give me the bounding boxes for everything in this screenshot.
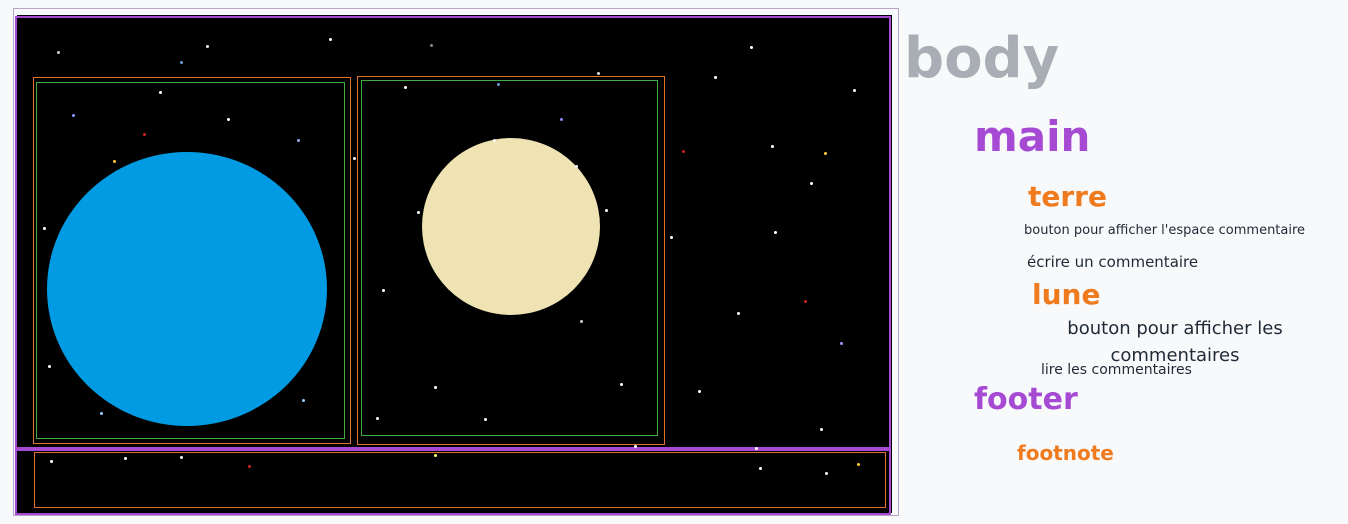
- star: [804, 300, 807, 303]
- star: [774, 231, 777, 234]
- label-body: body: [904, 26, 1060, 91]
- star: [48, 365, 51, 368]
- star: [560, 118, 563, 121]
- star: [50, 460, 53, 463]
- star: [484, 418, 487, 421]
- star: [853, 89, 856, 92]
- star: [840, 342, 843, 345]
- star: [417, 211, 420, 214]
- star: [755, 447, 758, 450]
- star: [597, 72, 600, 75]
- label-main: main: [974, 112, 1091, 161]
- star: [771, 145, 774, 148]
- star: [759, 467, 762, 470]
- star: [72, 114, 75, 117]
- moon-planet[interactable]: [422, 138, 600, 315]
- star: [248, 465, 251, 468]
- star: [227, 118, 230, 121]
- star: [750, 46, 753, 49]
- star: [159, 91, 162, 94]
- star: [113, 160, 116, 163]
- star: [634, 445, 637, 448]
- star: [698, 390, 701, 393]
- star: [430, 44, 433, 47]
- star: [382, 289, 385, 292]
- star: [297, 139, 300, 142]
- star: [820, 428, 823, 431]
- earth-planet[interactable]: [47, 152, 327, 426]
- star: [825, 472, 828, 475]
- label-terre: terre: [1028, 180, 1107, 213]
- star: [493, 139, 496, 142]
- star: [824, 152, 827, 155]
- star: [302, 399, 305, 402]
- star: [434, 386, 437, 389]
- footnote-outline: [34, 452, 886, 508]
- star: [670, 236, 673, 239]
- star: [180, 61, 183, 64]
- label-lune-button: bouton pour afficher les commentaires: [1067, 318, 1283, 366]
- star: [580, 320, 583, 323]
- star: [404, 86, 407, 89]
- star: [43, 227, 46, 230]
- star: [620, 383, 623, 386]
- label-footnote: footnote: [1017, 441, 1114, 465]
- star: [857, 463, 860, 466]
- star: [353, 157, 356, 160]
- star: [605, 209, 608, 212]
- star: [329, 38, 332, 41]
- star: [497, 83, 500, 86]
- star: [434, 454, 437, 457]
- star: [100, 412, 103, 415]
- star: [143, 133, 146, 136]
- star: [682, 150, 685, 153]
- star: [57, 51, 60, 54]
- label-terre-button: bouton pour afficher l'espace commentair…: [1024, 223, 1306, 238]
- label-footer: footer: [974, 382, 1078, 417]
- star: [737, 312, 740, 315]
- star: [180, 456, 183, 459]
- star: [810, 182, 813, 185]
- label-terre-write: écrire un commentaire: [1027, 253, 1199, 271]
- star: [124, 457, 127, 460]
- label-lune-read: lire les commentaires: [1041, 362, 1192, 378]
- star: [714, 76, 717, 79]
- star: [206, 45, 209, 48]
- label-lune: lune: [1032, 278, 1101, 311]
- star: [575, 165, 578, 168]
- star: [376, 417, 379, 420]
